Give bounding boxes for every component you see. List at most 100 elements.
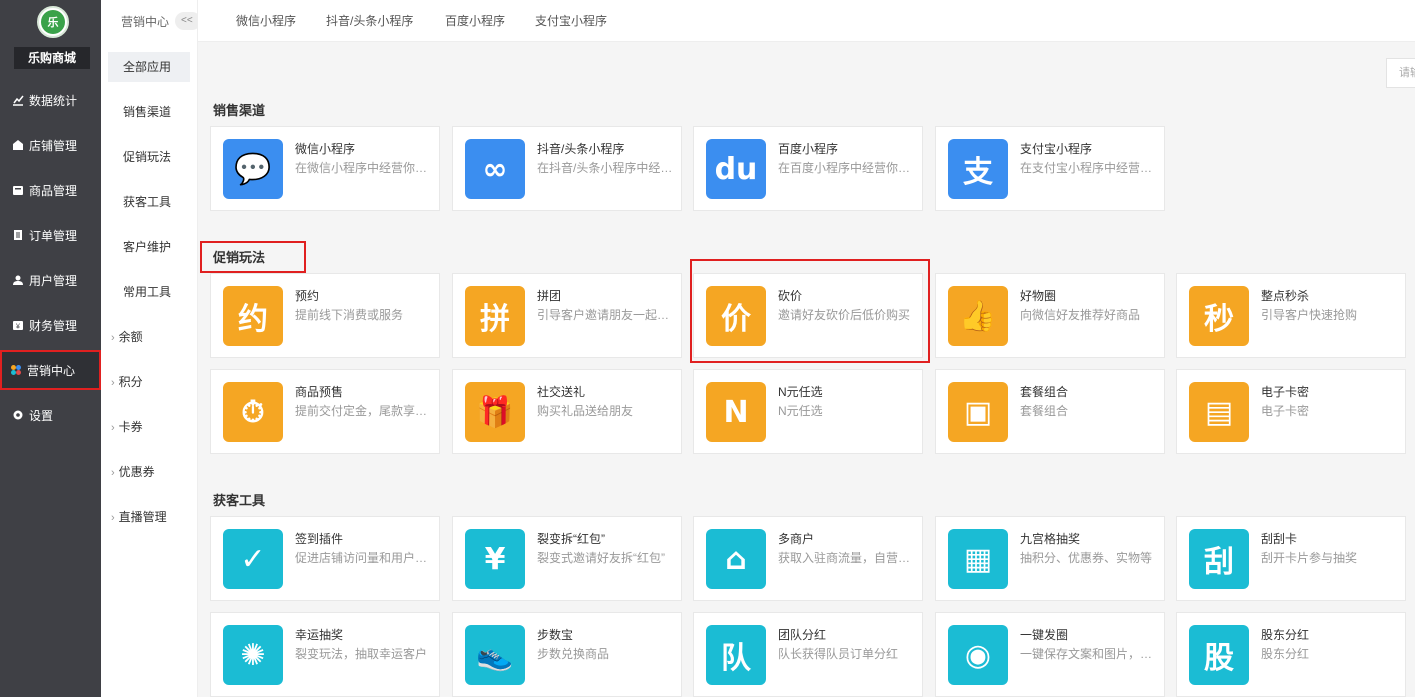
promotion-card-card-key[interactable]: ▤ 电子卡密 电子卡密 [1176,369,1406,454]
channels-card-baidu[interactable]: du 百度小程序在百度小程序中经营你的店铺 [693,126,923,211]
card-desc: 裂变式邀请好友拆“红包” [537,551,665,565]
shop-logo[interactable]: 乐 [37,6,69,38]
icon-glyph: ▦ [963,541,993,577]
card-desc: 在百度小程序中经营你的店铺 [778,161,918,175]
nav-item-2[interactable]: 商品管理 [0,170,101,210]
gift-icon: 🎁 [465,382,525,442]
top-tab-0[interactable]: 微信小程序 [236,0,296,42]
acquire-card-team[interactable]: 队 团队分红 队长获得队员订单分红 [693,612,923,697]
card-desc: 股东分红 [1261,647,1310,661]
sub-nav-item-label: 直播管理 [118,510,167,524]
promotion-card-n-choice[interactable]: N N元任选 N元任选 [693,369,923,454]
sub-nav-item-0[interactable]: 全部应用 [108,52,190,82]
promotion-card-reserve[interactable]: 约 预约 提前线下消费或服务 [210,273,440,358]
grid-lottery-icon: ▦ [948,529,1008,589]
card-title: 团队分红 [778,628,827,642]
user-icon [12,274,24,286]
icon-glyph: 👍 [959,298,997,334]
promotion-card-thumb[interactable]: 👍 好物圈 向微信好友推荐好商品 [935,273,1165,358]
acquire-card-shoe[interactable]: 👟 步数宝 步数兑换商品 [452,612,682,697]
marketing-icon [10,364,22,376]
sub-nav-item-8[interactable]: › 卡券 [108,412,190,442]
nav-item-0[interactable]: 数据统计 [0,80,101,120]
nav-item-7[interactable]: 设置 [0,395,101,435]
sub-nav-item-1[interactable]: 销售渠道 [108,97,190,127]
logo-icon: 乐 [41,10,65,34]
nav-item-4[interactable]: 用户管理 [0,260,101,300]
promotion-card-gift[interactable]: 🎁 社交送礼 购买礼品送给朋友 [452,369,682,454]
shop-icon [12,139,24,151]
card-title: 幸运抽奖 [295,628,344,642]
search-input[interactable]: 请输 [1386,58,1415,88]
nav-item-label: 设置 [29,408,54,423]
acquire-card-wheel[interactable]: ✺ 幸运抽奖裂变玩法，抽取幸运客户 [210,612,440,697]
promotion-card-flash-sale[interactable]: 秒 整点秒杀 引导客户快速抢购 [1176,273,1406,358]
card-desc: 提前线下消费或服务 [295,308,404,322]
sub-nav-item-5[interactable]: 常用工具 [108,277,190,307]
sub-nav-item-label: 全部应用 [123,60,172,74]
icon-glyph: ▤ [1204,394,1234,430]
sub-nav-item-10[interactable]: › 直播管理 [108,502,190,532]
card-desc: 在抖音/头条小程序中经营你的店铺 [537,161,677,175]
acquire-card-scratch-card[interactable]: 刮 刮刮卡 刮开卡片参与抽奖 [1176,516,1406,601]
card-title: 一键发圈 [1020,628,1069,642]
svg-text:¥: ¥ [16,324,20,331]
icon-glyph: ✓ [240,541,266,577]
card-desc: 电子卡密 [1261,404,1310,418]
wheel-icon: ✺ [223,625,283,685]
acquire-card-checkin[interactable]: ✓ 签到插件促进店铺访问量和用户活跃度 [210,516,440,601]
card-title: 步数宝 [537,628,574,642]
chevron-right-icon: › [111,377,115,389]
goods-icon [12,184,24,196]
card-title: 抖音/头条小程序 [537,142,625,156]
sub-nav-item-7[interactable]: › 积分 [108,367,190,397]
card-desc: 抽积分、优惠券、实物等 [1020,551,1153,565]
channels-card-wechat[interactable]: 💬 微信小程序在微信小程序中经营你的店铺 [210,126,440,211]
nav-item-6[interactable]: 营销中心 [0,350,101,390]
nav-item-label: 订单管理 [29,228,78,243]
icon-glyph: ▣ [963,394,993,430]
promotion-card-presale[interactable]: ⏱ 商品预售提前交付定金，尾款享受优惠 [210,369,440,454]
icon-glyph: 队 [721,641,751,676]
top-tab-2[interactable]: 百度小程序 [445,0,505,42]
group-buy-icon: 拼 [465,286,525,346]
acquire-card-moments[interactable]: ◉ 一键发圈一键保存文案和图片，分享朋友圈 [935,612,1165,697]
icon-glyph: 股 [1204,641,1234,676]
card-desc: 裂变玩法，抽取幸运客户 [295,647,428,661]
section-title-channels: 销售渠道 [213,103,266,118]
card-desc: 获取入驻商流量，自营商户 [778,551,918,565]
checkin-icon: ✓ [223,529,283,589]
sub-nav-item-4[interactable]: 客户维护 [108,232,190,262]
card-title: 多商户 [778,532,815,546]
card-title: 百度小程序 [778,142,839,156]
card-desc: 步数兑换商品 [537,647,610,661]
sub-nav-item-6[interactable]: › 余额 [108,322,190,352]
acquire-card-shareholder[interactable]: 股股东分红 股东分红 [1176,612,1406,697]
card-title: 预约 [295,289,320,303]
channels-card-douyin[interactable]: ∞ 抖音/头条小程序在抖音/头条小程序中经营你的店铺 [452,126,682,211]
card-title: 好物圈 [1020,289,1057,303]
sub-nav-item-3[interactable]: 获客工具 [108,187,190,217]
channels-card-alipay[interactable]: 支 支付宝小程序在支付宝小程序中经营你的店铺 [935,126,1165,211]
top-tab-1[interactable]: 抖音/头条小程序 [326,0,413,42]
sub-nav-item-label: 卡券 [118,420,143,434]
chevron-right-icon: › [111,467,115,479]
icon-glyph: du [714,151,758,187]
baidu-icon: du [706,139,766,199]
acquire-card-grid-lottery[interactable]: ▦ 九宫格抽奖 抽积分、优惠券、实物等 [935,516,1165,601]
sub-nav-item-2[interactable]: 促销玩法 [108,142,190,172]
promotion-card-group-buy[interactable]: 拼 拼团引导客户邀请朋友一起拼团购买 [452,273,682,358]
top-tab-3[interactable]: 支付宝小程序 [535,0,607,42]
icon-glyph: ¥ [484,541,506,577]
nav-item-3[interactable]: 订单管理 [0,215,101,255]
nav-item-5[interactable]: ¥ 财务管理 [0,305,101,345]
nav-item-label: 数据统计 [29,93,78,108]
acquire-card-redpacket[interactable]: ¥ 裂变拆“红包” 裂变式邀请好友拆“红包” [452,516,682,601]
card-desc: N元任选 [778,404,823,418]
sub-nav-item-9[interactable]: › 优惠券 [108,457,190,487]
card-desc: 引导客户快速抢购 [1261,308,1358,322]
nav-item-1[interactable]: 店铺管理 [0,125,101,165]
acquire-card-store[interactable]: ⌂ 多商户 获取入驻商流量，自营商户 [693,516,923,601]
sub-nav-item-label: 销售渠道 [123,105,172,119]
promotion-card-combo[interactable]: ▣ 套餐组合 套餐组合 [935,369,1165,454]
